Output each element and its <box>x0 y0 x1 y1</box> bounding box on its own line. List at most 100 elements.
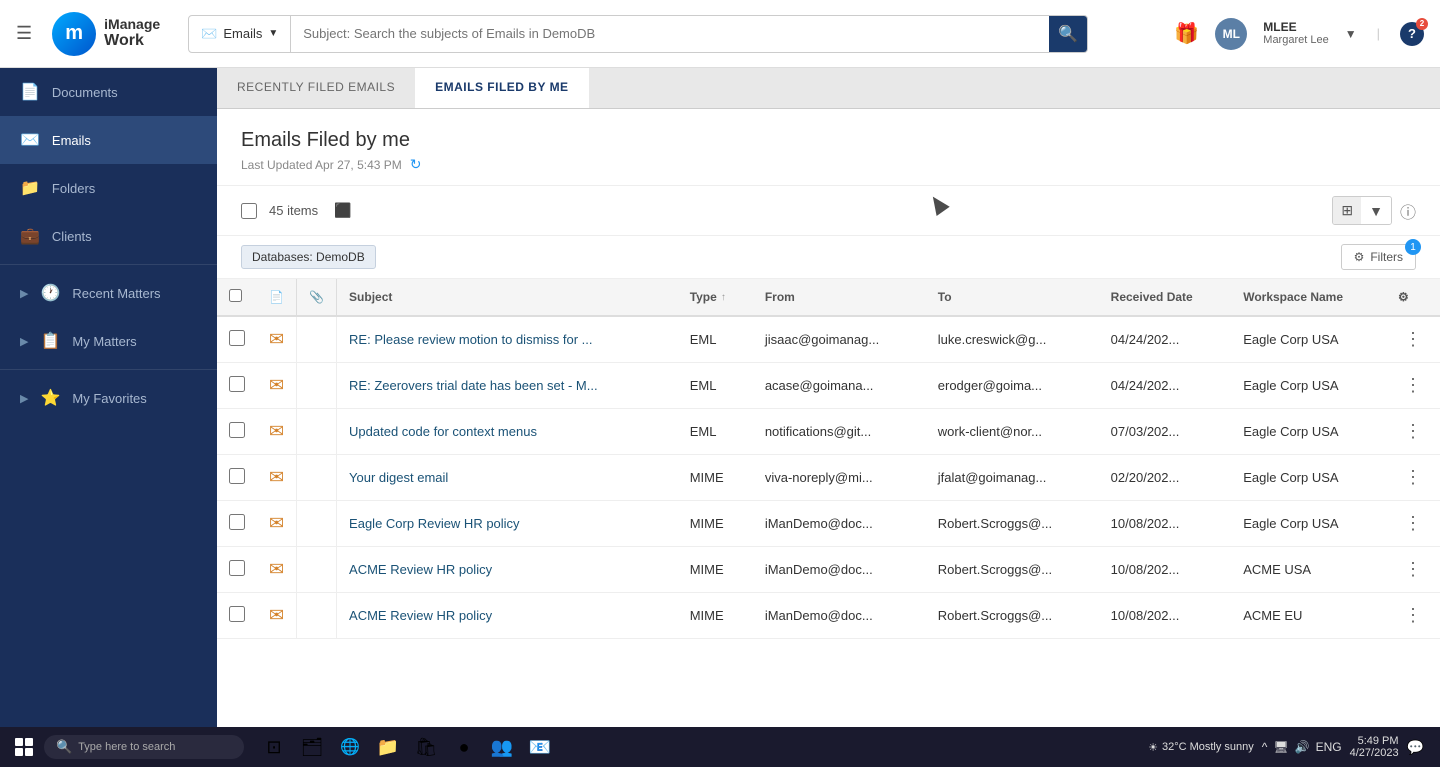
row-more-button[interactable]: ⋮ <box>1398 557 1428 582</box>
row-more-button[interactable]: ⋮ <box>1398 373 1428 398</box>
row-checkbox-cell <box>217 316 257 363</box>
database-filter-chip[interactable]: Databases: DemoDB <box>241 245 376 269</box>
row-more-button[interactable]: ⋮ <box>1398 511 1428 536</box>
taskbar-app-chrome[interactable]: ● <box>446 729 482 765</box>
row-workspace: Eagle Corp USA <box>1231 409 1386 455</box>
grid-view-btn[interactable]: ⊞ <box>1333 197 1361 224</box>
header-checkbox[interactable] <box>229 289 242 302</box>
notification-icon[interactable]: 💬 <box>1407 739 1424 756</box>
emails-icon: ✉️ <box>20 130 40 150</box>
email-table-container: 📄 📎 Subject <box>217 279 1440 727</box>
row-subject[interactable]: Updated code for context menus <box>337 409 678 455</box>
search-type-selector[interactable]: ✉️ Emails ▼ <box>189 16 291 52</box>
search-input[interactable] <box>291 26 1049 41</box>
row-received-date: 04/24/202... <box>1099 363 1232 409</box>
column-settings-icon[interactable]: ⚙ <box>1398 290 1409 304</box>
row-more-button[interactable]: ⋮ <box>1398 327 1428 352</box>
email-type-icon: ✉ <box>269 467 284 487</box>
select-all-checkbox[interactable] <box>241 203 257 219</box>
row-checkbox[interactable] <box>229 468 245 484</box>
row-workspace: ACME USA <box>1231 547 1386 593</box>
email-type-icon: ✉ <box>269 605 284 625</box>
sidebar: 📄 Documents ✉️ Emails 📁 Folders 💼 Client… <box>0 68 217 727</box>
row-checkbox[interactable] <box>229 560 245 576</box>
row-email-icon-cell: ✉ <box>257 363 296 409</box>
row-checkbox[interactable] <box>229 514 245 530</box>
taskbar-app-explorer[interactable]: 📁 <box>370 729 406 765</box>
tab-recently-filed[interactable]: Recently Filed Emails <box>217 68 415 108</box>
th-from: From <box>753 279 926 316</box>
row-type: MIME <box>678 547 753 593</box>
search-type-chevron: ▼ <box>268 28 278 39</box>
row-more-button[interactable]: ⋮ <box>1398 419 1428 444</box>
export-icon[interactable]: ⬛ <box>334 202 351 219</box>
windows-start-button[interactable] <box>8 731 40 763</box>
row-type: EML <box>678 409 753 455</box>
row-checkbox[interactable] <box>229 376 245 392</box>
logo-icon: m <box>52 12 96 56</box>
taskbar-search[interactable]: 🔍 Type here to search <box>44 735 244 759</box>
th-settings[interactable]: ⚙ <box>1386 279 1440 316</box>
sidebar-item-my-favorites[interactable]: ▶ ⭐ My Favorites <box>0 374 217 422</box>
sidebar-item-label: Recent Matters <box>72 286 197 301</box>
my-matters-icon: 📋 <box>40 331 60 351</box>
my-favorites-icon: ⭐ <box>40 388 60 408</box>
row-checkbox[interactable] <box>229 330 245 346</box>
info-icon[interactable]: ⓘ <box>1400 199 1416 223</box>
row-checkbox[interactable] <box>229 422 245 438</box>
sidebar-item-clients[interactable]: 💼 Clients <box>0 212 217 260</box>
sidebar-item-emails[interactable]: ✉️ Emails <box>0 116 217 164</box>
taskbar-app-widgets[interactable]: 🗂 <box>294 729 330 765</box>
search-type-label: Emails <box>223 26 262 41</box>
sidebar-divider <box>0 264 217 265</box>
row-email-icon-cell: ✉ <box>257 547 296 593</box>
email-table-body: ✉ RE: Please review motion to dismiss fo… <box>217 316 1440 639</box>
tab-filed-by-me[interactable]: Emails Filed by Me <box>415 68 588 108</box>
hamburger-menu[interactable]: ☰ <box>16 23 32 44</box>
row-more-button[interactable]: ⋮ <box>1398 603 1428 628</box>
doc-type-icon: 📄 <box>269 290 284 304</box>
row-subject[interactable]: RE: Zeerovers trial date has been set - … <box>337 363 678 409</box>
row-workspace: Eagle Corp USA <box>1231 455 1386 501</box>
sidebar-item-folders[interactable]: 📁 Folders <box>0 164 217 212</box>
toolbar-right: ⊞ ▼ ⓘ <box>1332 196 1416 225</box>
row-received-date: 07/03/202... <box>1099 409 1232 455</box>
row-subject[interactable]: ACME Review HR policy <box>337 547 678 593</box>
user-menu-chevron[interactable]: ▼ <box>1345 27 1357 41</box>
volume-icon[interactable]: 🔊 <box>1295 740 1310 754</box>
th-subject[interactable]: Subject <box>337 279 678 316</box>
filters-button[interactable]: ⚙ Filters 1 <box>1341 244 1416 270</box>
row-more-button[interactable]: ⋮ <box>1398 465 1428 490</box>
sidebar-item-my-matters[interactable]: ▶ 📋 My Matters <box>0 317 217 365</box>
taskbar-app-outlook[interactable]: 📧 <box>522 729 558 765</box>
sidebar-item-recent-matters[interactable]: ▶ 🕐 Recent Matters <box>0 269 217 317</box>
row-subject[interactable]: RE: Please review motion to dismiss for … <box>337 316 678 363</box>
row-from: viva-noreply@mi... <box>753 455 926 501</box>
row-checkbox[interactable] <box>229 606 245 622</box>
gift-icon[interactable]: 🎁 <box>1174 21 1199 46</box>
row-workspace: ACME EU <box>1231 593 1386 639</box>
sidebar-item-documents[interactable]: 📄 Documents <box>0 68 217 116</box>
search-bar[interactable]: ✉️ Emails ▼ 🔍 <box>188 15 1088 53</box>
chevron-up-icon[interactable]: ^ <box>1262 740 1268 754</box>
taskbar-app-teams[interactable]: 👥 <box>484 729 520 765</box>
search-button[interactable]: 🔍 <box>1049 16 1087 52</box>
row-checkbox-cell <box>217 363 257 409</box>
view-toggle[interactable]: ⊞ ▼ <box>1332 196 1392 225</box>
row-to: luke.creswick@g... <box>926 316 1099 363</box>
taskbar-app-task-view[interactable]: ⊡ <box>256 729 292 765</box>
view-toggle-chevron[interactable]: ▼ <box>1361 198 1391 224</box>
taskbar-app-store[interactable]: 🛍 <box>408 729 444 765</box>
row-subject[interactable]: ACME Review HR policy <box>337 593 678 639</box>
help-icon[interactable]: ? 2 <box>1400 22 1424 46</box>
refresh-icon[interactable]: ↻ <box>410 156 422 173</box>
network-icon[interactable]: 🖥 <box>1273 740 1288 754</box>
row-workspace: Eagle Corp USA <box>1231 316 1386 363</box>
th-type[interactable]: Type ↑ <box>678 279 753 316</box>
taskbar-search-text: Type here to search <box>78 741 175 753</box>
sidebar-item-label: Clients <box>52 229 197 244</box>
taskbar-app-edge[interactable]: 🌐 <box>332 729 368 765</box>
row-attachment-cell <box>297 455 336 501</box>
row-subject[interactable]: Your digest email <box>337 455 678 501</box>
row-subject[interactable]: Eagle Corp Review HR policy <box>337 501 678 547</box>
